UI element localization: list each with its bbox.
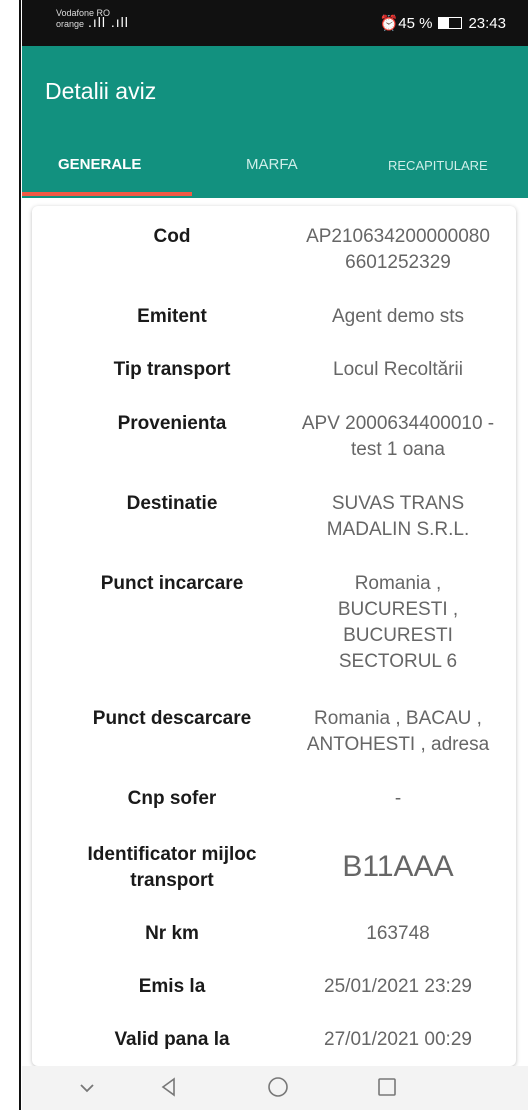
detail-label: Emis la <box>138 976 206 997</box>
detail-value: 25/01/2021 23:29 <box>282 974 514 1000</box>
clock: 23:43 <box>468 14 506 32</box>
tab-generale[interactable]: GENERALE <box>58 156 141 173</box>
detail-value-line: 163748 <box>366 923 430 944</box>
back-triangle-icon[interactable] <box>158 1076 180 1104</box>
detail-value-line: AP210634200000080 <box>306 226 490 247</box>
detail-value-line: MADALIN S.R.L. <box>326 519 470 540</box>
detail-value-line: BUCURESTI , <box>337 599 459 620</box>
detail-label: Punct descarcare <box>92 708 252 729</box>
system-nav-bar <box>22 1066 528 1110</box>
detail-value: Romania , BACAU , ANTOHESTI , adresa <box>282 706 514 758</box>
detail-value: Agent demo sts <box>282 304 514 330</box>
app-bar: Detalii aviz GENERALE MARFA RECAPITULARE <box>22 46 528 198</box>
detail-value-line: APV 2000634400010 - <box>301 413 495 434</box>
signal-icon: .ıll .ıll <box>88 14 129 30</box>
detail-label: Punct incarcare <box>100 573 244 594</box>
detail-value-line: Locul Recoltării <box>333 359 463 380</box>
detail-value-line: Romania , <box>354 573 442 594</box>
detail-value-line: Romania , BACAU , <box>314 708 482 729</box>
detail-value-line: - <box>394 788 402 809</box>
detail-value-line: SECTORUL 6 <box>338 651 458 672</box>
detail-value: SUVAS TRANS MADALIN S.R.L. <box>282 491 514 543</box>
battery-fill <box>439 18 450 28</box>
tab-recapitulare[interactable]: RECAPITULARE <box>388 158 488 173</box>
detail-value-line: test 1 oana <box>350 439 446 460</box>
detail-label: Cod <box>153 226 191 247</box>
detail-value-line: 27/01/2021 00:29 <box>324 1029 472 1050</box>
detail-value-line: 25/01/2021 23:29 <box>324 976 472 997</box>
detail-value: AP210634200000080 6601252329 <box>282 224 514 276</box>
detail-value-line: B11AAA <box>342 850 454 883</box>
detail-label: Identificator mijloc transport <box>42 842 302 894</box>
left-border-line <box>19 0 21 1110</box>
detail-value-line: BUCURESTI <box>343 625 453 646</box>
battery-icon <box>438 17 463 29</box>
detail-label-line: transport <box>130 870 214 891</box>
tab-bar: GENERALE MARFA RECAPITULARE <box>22 146 528 198</box>
detail-value: B11AAA <box>282 850 514 884</box>
alarm-battery-text: ⏰45 % <box>379 15 433 32</box>
details-card: Cod AP210634200000080 6601252329 Emitent… <box>32 206 516 1066</box>
tab-marfa[interactable]: MARFA <box>246 156 298 173</box>
detail-value: APV 2000634400010 - test 1 oana <box>282 411 514 463</box>
detail-value-line: SUVAS TRANS <box>331 493 465 514</box>
phone-screen: Vodafone RO orange .ıll .ıll ⏰45 % 23:43… <box>22 0 528 1110</box>
recents-square-icon[interactable] <box>376 1076 398 1104</box>
status-right: ⏰45 % 23:43 <box>379 14 506 33</box>
detail-label: Nr km <box>145 923 199 944</box>
detail-value-line: 6601252329 <box>345 252 451 273</box>
detail-value: 27/01/2021 00:29 <box>282 1027 514 1053</box>
page-title: Detalii aviz <box>45 78 157 104</box>
status-bar: Vodafone RO orange .ıll .ıll ⏰45 % 23:43 <box>22 0 528 46</box>
detail-label: Provenienta <box>117 413 227 434</box>
detail-label-line: Identificator mijloc <box>87 844 257 865</box>
detail-value-line: ANTOHESTI , adresa <box>306 734 490 755</box>
active-tab-indicator <box>22 192 192 196</box>
detail-value-line: Agent demo sts <box>331 306 465 327</box>
detail-label: Destinatie <box>126 493 218 514</box>
detail-label: Cnp sofer <box>127 788 217 809</box>
detail-value: Locul Recoltării <box>282 357 514 383</box>
detail-label: Valid pana la <box>114 1029 230 1050</box>
detail-label: Tip transport <box>113 359 231 380</box>
detail-label: Emitent <box>137 306 207 327</box>
home-circle-icon[interactable] <box>266 1076 290 1104</box>
chevron-down-icon[interactable] <box>78 1076 96 1104</box>
detail-value: 163748 <box>282 921 514 947</box>
detail-value: Romania , BUCURESTI , BUCURESTI SECTORUL… <box>282 571 514 675</box>
detail-value: - <box>282 786 514 812</box>
